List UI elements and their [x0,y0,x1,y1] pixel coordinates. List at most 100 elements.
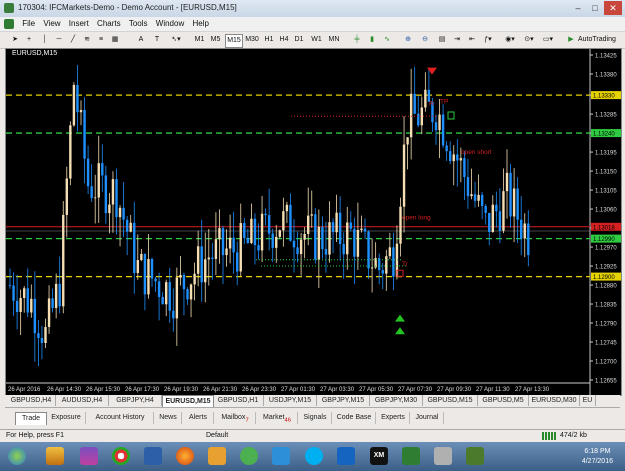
xbox-icon[interactable] [272,447,290,465]
chart-tab-gbpusd-h4[interactable]: GBPUSD,H4 [7,395,56,406]
line-chart-icon[interactable]: ∿ [382,34,392,46]
candle-body [438,114,441,131]
autoscroll-icon[interactable]: ⇥ [452,34,462,46]
tab-trade[interactable]: Trade [15,412,47,425]
start-button[interactable] [8,447,26,465]
trendline-icon[interactable]: ╱ [68,34,78,46]
chart-tab-usdjpy-m15[interactable]: USDJPY,M15 [264,395,317,406]
candle-body [207,257,210,260]
arrows-icon[interactable]: ➴▾ [168,34,184,46]
document-icon [4,19,14,29]
menu-tools[interactable]: Tools [129,19,148,28]
chart-tab-gbpusd-m15[interactable]: GBPUSD,M15 [423,395,478,406]
ifc-icon[interactable] [466,447,484,465]
tab-mailbox-label: Mailbox [221,414,246,421]
channel-icon[interactable]: ≋ [82,34,92,46]
chart-tab-gbpjpy-m15[interactable]: GBPJPY,M15 [317,395,370,406]
minimize-button[interactable]: – [570,1,586,15]
menu-help[interactable]: Help [192,19,208,28]
word-icon[interactable] [144,447,162,465]
autotrading-icon[interactable]: ▶ [566,34,576,46]
system-clock[interactable]: 6:18 PM 4/27/2016 [582,447,613,467]
tab-exposure[interactable]: Exposure [47,412,86,424]
price-tick-label: 1.13380 [595,72,617,78]
xm-icon[interactable]: XM [370,447,388,465]
tf-m15[interactable]: M15 [225,34,243,48]
crosshair-icon[interactable]: + [24,34,34,46]
menu-file[interactable]: File [22,19,35,28]
tab-signals[interactable]: Signals [299,412,332,424]
restore-button[interactable]: □ [587,1,603,15]
chart-tab-audusd-h4[interactable]: AUDUSD,H4 [56,395,109,406]
tab-code-base[interactable]: Code Base [333,412,376,424]
chart-tab-eurusd-m30[interactable]: EURUSD,M30 [529,395,580,406]
horizontal-line-icon[interactable]: ─ [54,34,64,46]
fibonacci-icon[interactable]: ≡ [96,34,106,46]
zoom-out-icon[interactable]: ⊖ [420,34,430,46]
autotrading-button[interactable]: AutoTrading [578,34,624,46]
chart-shift-icon[interactable]: ⇤ [467,34,477,46]
indicators-icon[interactable]: ƒ▾ [482,34,494,46]
price-chart[interactable]: 1.13425 1.13380 1.13330 1.13285 1.13240 1.131… [6,49,621,395]
tf-w1[interactable]: W1 [310,34,323,46]
chart-tab-eurusd-m15[interactable]: EURUSD,M15 [162,395,214,407]
menu-window[interactable]: Window [156,19,184,28]
tab-market[interactable]: Market46 [257,412,298,424]
tf-m30[interactable]: M30 [244,34,260,46]
chrome-icon[interactable] [112,447,130,465]
candle-body [317,226,321,260]
tf-mn[interactable]: MN [327,34,341,46]
chart-tab-gbpusd-m5[interactable]: GBPUSD,M5 [478,395,529,406]
tf-h4[interactable]: H4 [278,34,290,46]
utorrent-icon[interactable] [240,447,258,465]
network-icon[interactable] [434,447,452,465]
tab-account-history[interactable]: Account History [87,412,154,424]
candle-body [122,207,125,220]
label-tool[interactable]: T [152,34,162,46]
teamviewer-icon[interactable] [337,447,355,465]
menu-insert[interactable]: Insert [69,19,89,28]
text-tool[interactable]: A [136,34,146,46]
chart-tab-gbpjpy-m30[interactable]: GBPJPY,M30 [370,395,423,406]
folder-icon[interactable] [46,447,64,465]
templates-icon[interactable]: ⊙▾ [522,34,536,46]
tab-mailbox[interactable]: Mailbox7 [215,412,256,424]
chart-tab-gbpjpy-h4[interactable]: GBPJPY,H4 [109,395,162,406]
tf-h1[interactable]: H1 [263,34,275,46]
tf-m1[interactable]: M1 [193,34,206,46]
skype-icon[interactable] [305,447,323,465]
close-button[interactable]: ✕ [604,1,622,15]
profiles-icon[interactable]: ▭▾ [541,34,555,46]
tf-m5[interactable]: M5 [209,34,222,46]
media-icon[interactable] [80,447,98,465]
tile-icon[interactable]: ▤ [437,34,447,46]
tab-market-label: Market [263,414,285,421]
tab-news[interactable]: News [155,412,182,424]
paint-icon[interactable] [208,447,226,465]
vertical-line-icon[interactable]: │ [40,34,50,46]
candle-body [477,194,480,201]
candle-body [150,258,154,279]
bar-chart-icon[interactable]: ╪ [352,34,362,46]
tab-experts[interactable]: Experts [377,412,410,424]
grid-icon[interactable]: ▦ [110,34,120,46]
menu-view[interactable]: View [43,19,60,28]
candle-chart-icon[interactable]: ▮ [367,34,377,46]
cursor-icon[interactable]: ➤ [10,34,20,46]
metatrader-icon[interactable] [402,447,420,465]
tab-journal[interactable]: Journal [411,412,444,424]
candle-body [211,257,214,259]
chart-tab-eu[interactable]: EU [580,395,596,406]
tab-alerts[interactable]: Alerts [183,412,214,424]
period-icon[interactable]: ◉▾ [503,34,517,46]
candle-body [527,223,530,256]
menu-charts[interactable]: Charts [97,19,121,28]
firefox-icon[interactable] [176,447,194,465]
zoom-in-icon[interactable]: ⊕ [403,34,413,46]
candle-body [278,230,281,237]
chart-tab-gbpusd-h1[interactable]: GBPUSD,H1 [213,395,264,406]
candle-body [8,285,12,286]
candle-body [296,247,299,255]
chart-window[interactable]: 1.13425 1.13380 1.13330 1.13285 1.13240 1.131… [5,48,622,396]
tf-d1[interactable]: D1 [293,34,305,46]
